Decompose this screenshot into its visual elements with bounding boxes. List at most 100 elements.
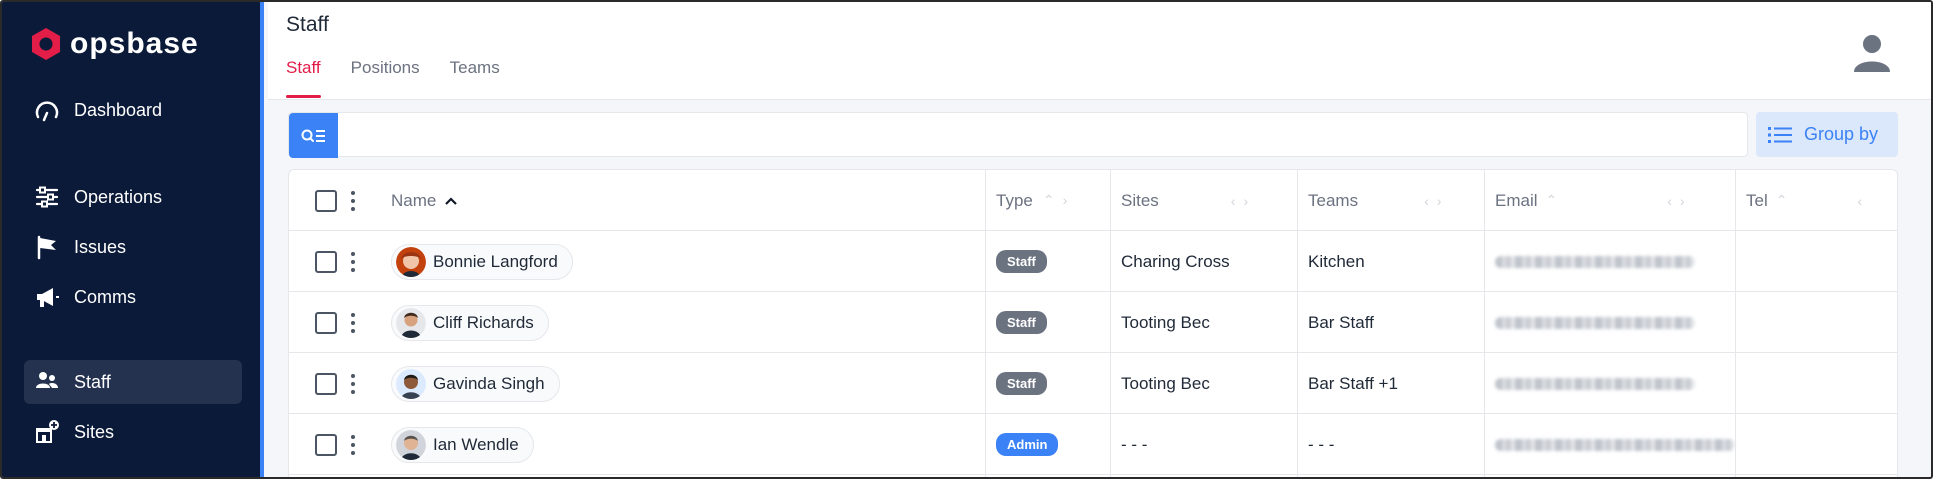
table-header-row: Name Type ⌃ › Sites ‹ › Teams ‹ › Email ⌃ ‹… [289, 170, 1897, 231]
tab-positions[interactable]: Positions [351, 58, 420, 98]
sites-cell: Tooting Bec [1121, 312, 1210, 332]
column-label: Teams [1308, 190, 1359, 210]
sidebar-item-label: Staff [74, 371, 111, 392]
staff-name-chip[interactable]: Bonnie Langford [391, 243, 573, 280]
column-header-email[interactable]: Email ⌃ ‹ › [1495, 170, 1685, 231]
users-icon [36, 372, 58, 388]
email-blurred [1495, 316, 1695, 329]
type-badge: Staff [996, 372, 1047, 395]
list-icon [1768, 126, 1792, 143]
sidebar-item-issues[interactable]: Issues [24, 225, 242, 269]
table-row[interactable]: Ian Wendle Admin - - - - - - [289, 414, 1897, 475]
search-bar [288, 112, 1748, 158]
page-title: Staff [286, 13, 329, 36]
email-blurred [1495, 438, 1735, 451]
teams-cell: - - - [1308, 434, 1335, 454]
teams-cell: Kitchen [1308, 251, 1365, 271]
sort-ascending-icon[interactable] [444, 196, 458, 206]
type-badge: Admin [996, 433, 1059, 456]
sidebar-item-staff[interactable]: Staff [24, 360, 242, 404]
sidebar: opsbase Dashboard Operations Issues Comm… [2, 2, 264, 477]
teams-cell: Bar Staff +1 [1308, 373, 1398, 393]
flag-icon [37, 235, 56, 260]
staff-name-chip[interactable]: Ian Wendle [391, 426, 534, 463]
staff-name-chip[interactable]: Cliff Richards [391, 304, 549, 341]
sites-cell: Tooting Bec [1121, 373, 1210, 393]
column-label: Email [1495, 190, 1538, 210]
avatar [396, 429, 426, 460]
brand-name: opsbase [70, 27, 199, 60]
tab-teams[interactable]: Teams [450, 58, 500, 98]
column-header-type[interactable]: Type ⌃ › [996, 170, 1067, 231]
sort-up-icon[interactable]: ⌃ [1043, 192, 1055, 209]
sliders-icon [35, 186, 59, 208]
sidebar-item-label: Comms [74, 286, 136, 307]
type-badge: Staff [996, 311, 1047, 334]
sidebar-item-label: Operations [74, 186, 163, 207]
staff-table: Name Type ⌃ › Sites ‹ › Teams ‹ › Email ⌃ ‹… [288, 169, 1898, 477]
sidebar-item-label: Issues [74, 236, 127, 257]
search-filter-button[interactable] [289, 113, 338, 158]
column-header-tel[interactable]: Tel ⌃ ‹ [1746, 170, 1862, 231]
sidebar-item-label: Dashboard [74, 99, 163, 120]
search-input[interactable] [345, 113, 1743, 156]
staff-name-chip[interactable]: Gavinda Singh [391, 365, 560, 402]
type-badge: Staff [996, 250, 1047, 273]
row-kebab-menu-icon[interactable] [350, 312, 356, 333]
staff-name: Gavinda Singh [433, 373, 545, 393]
table-row[interactable]: Gavinda Singh Staff Tooting Bec Bar Staf… [289, 353, 1897, 414]
gauge-icon [35, 101, 59, 122]
group-by-button[interactable]: Group by [1756, 112, 1898, 157]
email-blurred [1495, 255, 1695, 268]
column-label: Sites [1121, 190, 1159, 210]
tab-bar: Staff Positions Teams [286, 58, 500, 98]
tab-staff[interactable]: Staff [286, 58, 321, 98]
row-kebab-menu-icon[interactable] [350, 434, 356, 455]
email-blurred [1495, 377, 1695, 390]
teams-cell: Bar Staff [1308, 312, 1374, 332]
sidebar-item-dashboard[interactable]: Dashboard [24, 88, 242, 132]
sort-up-icon[interactable]: ⌃ [1776, 192, 1788, 209]
column-header-teams[interactable]: Teams ‹ › [1308, 170, 1441, 231]
megaphone-icon [37, 288, 59, 307]
column-header-name[interactable]: Name [391, 170, 458, 231]
table-row[interactable]: Cliff Richards Staff Tooting Bec Bar Sta… [289, 292, 1897, 353]
opsbase-logo-icon [32, 28, 60, 60]
column-label: Type [996, 190, 1033, 210]
row-kebab-menu-icon[interactable] [350, 251, 356, 272]
sidebar-item-comms[interactable]: Comms [24, 275, 242, 319]
avatar [396, 307, 426, 338]
page-header: Staff Staff Positions Teams [268, 2, 1931, 100]
chevron-left-icon[interactable]: ‹ [1424, 193, 1429, 209]
chevron-right-icon[interactable]: › [1063, 192, 1068, 209]
staff-name: Ian Wendle [433, 434, 519, 454]
staff-name: Cliff Richards [433, 312, 534, 332]
group-by-label: Group by [1804, 124, 1879, 144]
sidebar-item-operations[interactable]: Operations [24, 175, 242, 219]
row-kebab-menu-icon[interactable] [350, 373, 356, 394]
avatar [396, 368, 426, 399]
column-label: Name [391, 190, 437, 210]
user-avatar-icon[interactable] [1851, 32, 1893, 74]
chevron-right-icon[interactable]: › [1437, 193, 1442, 209]
chevron-left-icon[interactable]: ‹ [1667, 193, 1672, 209]
table-row[interactable]: Bonnie Langford Staff Charing Cross Kitc… [289, 231, 1897, 292]
header-kebab-menu-icon[interactable] [350, 190, 356, 211]
sidebar-item-label: Sites [74, 421, 115, 442]
column-label: Tel [1746, 190, 1768, 210]
sidebar-item-sites[interactable]: Sites [24, 410, 242, 454]
chevron-right-icon[interactable]: › [1243, 193, 1248, 209]
avatar [396, 246, 426, 277]
chevron-left-icon[interactable]: ‹ [1857, 193, 1862, 209]
sort-up-icon[interactable]: ⌃ [1546, 192, 1558, 209]
logo[interactable]: opsbase [30, 27, 199, 61]
sites-cell: Charing Cross [1121, 251, 1230, 271]
chevron-left-icon[interactable]: ‹ [1231, 193, 1236, 209]
search-filter-icon [301, 129, 325, 142]
app-window: opsbase Dashboard Operations Issues Comm… [0, 0, 1933, 479]
store-add-icon [36, 420, 59, 443]
chevron-right-icon[interactable]: › [1680, 193, 1685, 209]
sites-cell: - - - [1121, 434, 1148, 454]
column-header-sites[interactable]: Sites ‹ › [1121, 170, 1248, 231]
staff-name: Bonnie Langford [433, 251, 558, 271]
